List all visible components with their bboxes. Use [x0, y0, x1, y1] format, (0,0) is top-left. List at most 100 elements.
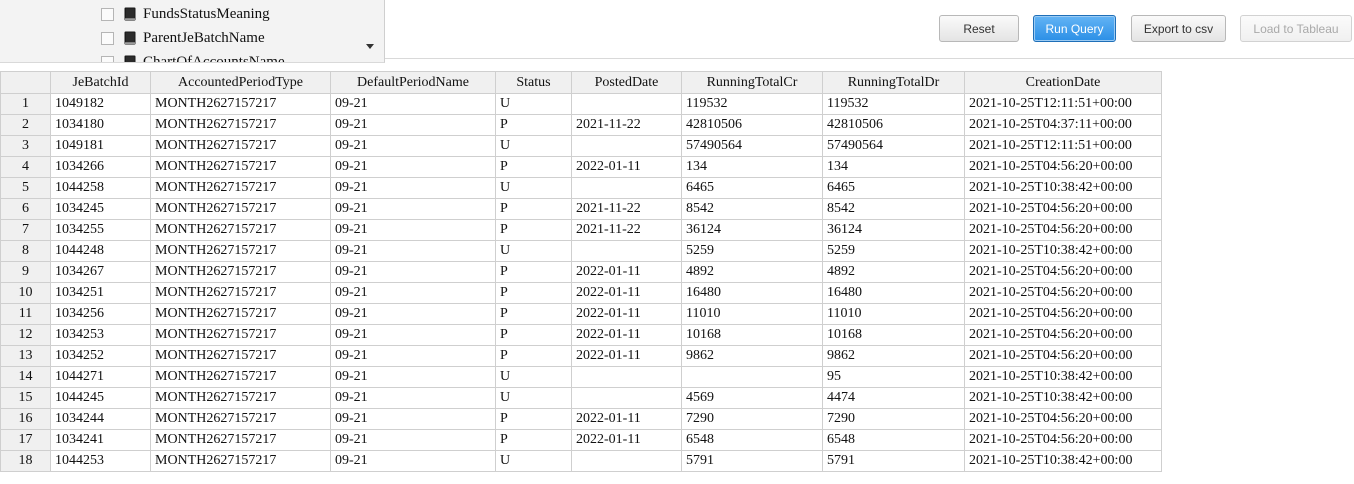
runningtotalcr-cell[interactable]: 8542	[681, 198, 823, 220]
jebatchid-cell[interactable]: 1044245	[50, 387, 151, 409]
posteddate-cell[interactable]	[571, 177, 682, 199]
accountedperiodtype-cell[interactable]: MONTH2627157217	[150, 387, 331, 409]
accountedperiodtype-cell[interactable]: MONTH2627157217	[150, 366, 331, 388]
jebatchid-cell[interactable]: 1034267	[50, 261, 151, 283]
runningtotaldr-header[interactable]: RunningTotalDr	[822, 71, 965, 94]
runningtotaldr-cell[interactable]: 6548	[822, 429, 965, 451]
table-row[interactable]: 11 1034256 MONTH2627157217 09-21 P 2022-01-11…	[0, 303, 1162, 325]
row-number[interactable]: 2	[0, 114, 51, 136]
jebatchid-cell[interactable]: 1044271	[50, 366, 151, 388]
reset-button[interactable]: Reset	[939, 15, 1019, 42]
posteddate-header[interactable]: PostedDate	[571, 71, 682, 94]
runningtotaldr-cell[interactable]: 5259	[822, 240, 965, 262]
runningtotaldr-cell[interactable]: 16480	[822, 282, 965, 304]
defaultperiodname-cell[interactable]: 09-21	[330, 114, 496, 136]
runningtotalcr-cell[interactable]: 4569	[681, 387, 823, 409]
table-row[interactable]: 12 1034253 MONTH2627157217 09-21 P 2022-01-11…	[0, 324, 1162, 346]
table-row[interactable]: 3 1049181 MONTH2627157217 09-21 U 57490564 574…	[0, 135, 1162, 157]
table-row[interactable]: 5 1044258 MONTH2627157217 09-21 U 6465 6465 202…	[0, 177, 1162, 199]
table-row[interactable]: 17 1034241 MONTH2627157217 09-21 P 2022-01-11…	[0, 429, 1162, 451]
creationdate-cell[interactable]: 2021-10-25T12:11:51+00:00	[964, 135, 1162, 157]
jebatchid-cell[interactable]: 1044258	[50, 177, 151, 199]
creationdate-cell[interactable]: 2021-10-25T04:56:20+00:00	[964, 324, 1162, 346]
row-number[interactable]: 16	[0, 408, 51, 430]
runningtotaldr-cell[interactable]: 42810506	[822, 114, 965, 136]
row-number[interactable]: 14	[0, 366, 51, 388]
runningtotaldr-cell[interactable]: 4892	[822, 261, 965, 283]
row-number[interactable]: 6	[0, 198, 51, 220]
jebatchid-cell[interactable]: 1044253	[50, 450, 151, 472]
status-cell[interactable]: U	[495, 135, 572, 157]
jebatchid-cell[interactable]: 1034245	[50, 198, 151, 220]
runningtotalcr-header[interactable]: RunningTotalCr	[681, 71, 823, 94]
runningtotaldr-cell[interactable]: 57490564	[822, 135, 965, 157]
runningtotalcr-cell[interactable]: 42810506	[681, 114, 823, 136]
row-number-header[interactable]	[0, 71, 51, 94]
field-item[interactable]: FundsStatusMeaning	[101, 3, 270, 25]
run-query-button[interactable]: Run Query	[1033, 15, 1116, 42]
defaultperiodname-cell[interactable]: 09-21	[330, 429, 496, 451]
creationdate-cell[interactable]: 2021-10-25T04:56:20+00:00	[964, 408, 1162, 430]
creationdate-cell[interactable]: 2021-10-25T10:38:42+00:00	[964, 387, 1162, 409]
posteddate-cell[interactable]: 2022-01-11	[571, 345, 682, 367]
row-number[interactable]: 10	[0, 282, 51, 304]
status-cell[interactable]: P	[495, 261, 572, 283]
defaultperiodname-cell[interactable]: 09-21	[330, 240, 496, 262]
posteddate-cell[interactable]: 2022-01-11	[571, 324, 682, 346]
defaultperiodname-cell[interactable]: 09-21	[330, 303, 496, 325]
runningtotaldr-cell[interactable]: 36124	[822, 219, 965, 241]
defaultperiodname-cell[interactable]: 09-21	[330, 345, 496, 367]
jebatchid-cell[interactable]: 1034255	[50, 219, 151, 241]
accountedperiodtype-cell[interactable]: MONTH2627157217	[150, 198, 331, 220]
table-row[interactable]: 18 1044253 MONTH2627157217 09-21 U 5791 5791 20…	[0, 450, 1162, 472]
table-row[interactable]: 8 1044248 MONTH2627157217 09-21 U 5259 5259 202…	[0, 240, 1162, 262]
runningtotalcr-cell[interactable]: 6548	[681, 429, 823, 451]
posteddate-cell[interactable]	[571, 93, 682, 115]
accountedperiodtype-cell[interactable]: MONTH2627157217	[150, 114, 331, 136]
runningtotalcr-cell[interactable]: 9862	[681, 345, 823, 367]
defaultperiodname-cell[interactable]: 09-21	[330, 219, 496, 241]
accountedperiodtype-header[interactable]: AccountedPeriodType	[150, 71, 331, 94]
defaultperiodname-cell[interactable]: 09-21	[330, 156, 496, 178]
accountedperiodtype-cell[interactable]: MONTH2627157217	[150, 303, 331, 325]
row-number[interactable]: 17	[0, 429, 51, 451]
status-cell[interactable]: P	[495, 408, 572, 430]
posteddate-cell[interactable]	[571, 135, 682, 157]
status-cell[interactable]: P	[495, 114, 572, 136]
status-cell[interactable]: P	[495, 429, 572, 451]
status-cell[interactable]: U	[495, 366, 572, 388]
creationdate-cell[interactable]: 2021-10-25T12:11:51+00:00	[964, 93, 1162, 115]
status-cell[interactable]: P	[495, 345, 572, 367]
posteddate-cell[interactable]: 2021-11-22	[571, 219, 682, 241]
row-number[interactable]: 7	[0, 219, 51, 241]
accountedperiodtype-cell[interactable]: MONTH2627157217	[150, 345, 331, 367]
defaultperiodname-cell[interactable]: 09-21	[330, 408, 496, 430]
accountedperiodtype-cell[interactable]: MONTH2627157217	[150, 282, 331, 304]
status-cell[interactable]: U	[495, 93, 572, 115]
field-checkbox[interactable]	[101, 55, 114, 62]
accountedperiodtype-cell[interactable]: MONTH2627157217	[150, 450, 331, 472]
row-number[interactable]: 8	[0, 240, 51, 262]
posteddate-cell[interactable]	[571, 366, 682, 388]
results-grid[interactable]: JeBatchId AccountedPeriodType DefaultPerio…	[0, 71, 1354, 484]
runningtotalcr-cell[interactable]	[681, 366, 823, 388]
row-number[interactable]: 5	[0, 177, 51, 199]
runningtotalcr-cell[interactable]: 6465	[681, 177, 823, 199]
row-number[interactable]: 4	[0, 156, 51, 178]
runningtotalcr-cell[interactable]: 10168	[681, 324, 823, 346]
table-row[interactable]: 2 1034180 MONTH2627157217 09-21 P 2021-11-22 4…	[0, 114, 1162, 136]
scroll-down-arrow-icon[interactable]	[366, 44, 374, 49]
row-number[interactable]: 11	[0, 303, 51, 325]
field-item[interactable]: ChartOfAccountsName	[101, 51, 285, 62]
row-number[interactable]: 12	[0, 324, 51, 346]
status-cell[interactable]: P	[495, 219, 572, 241]
field-item[interactable]: ParentJeBatchName	[101, 27, 265, 49]
defaultperiodname-cell[interactable]: 09-21	[330, 450, 496, 472]
table-row[interactable]: 15 1044245 MONTH2627157217 09-21 U 4569 4474 20…	[0, 387, 1162, 409]
table-row[interactable]: 6 1034245 MONTH2627157217 09-21 P 2021-11-22 8…	[0, 198, 1162, 220]
runningtotaldr-cell[interactable]: 8542	[822, 198, 965, 220]
row-number[interactable]: 3	[0, 135, 51, 157]
runningtotaldr-cell[interactable]: 134	[822, 156, 965, 178]
status-header[interactable]: Status	[495, 71, 572, 94]
table-row[interactable]: 9 1034267 MONTH2627157217 09-21 P 2022-01-11 4…	[0, 261, 1162, 283]
